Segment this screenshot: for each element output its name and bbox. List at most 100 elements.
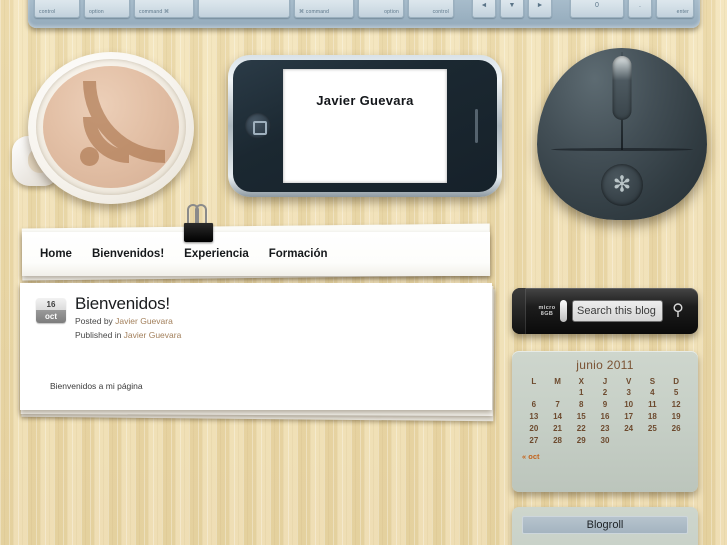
key-option-right[interactable]: alt option: [358, 0, 404, 18]
iphone-screen: Javier Guevara: [283, 69, 447, 183]
key-numpad-period[interactable]: .: [628, 0, 652, 18]
post-date-day: 16: [36, 298, 66, 310]
calendar-day[interactable]: 25: [641, 422, 665, 434]
calendar-day[interactable]: 12: [664, 399, 688, 411]
calendar-day[interactable]: 1: [569, 387, 593, 399]
key-command-right[interactable]: ⌘ command: [294, 0, 354, 18]
search-icon[interactable]: ⚲: [666, 297, 690, 325]
cup-body: [28, 52, 194, 204]
cup-rim: [36, 59, 186, 195]
calendar-day[interactable]: 5: [664, 387, 688, 399]
calendar-weekday: V: [625, 377, 632, 386]
key-arrow-right[interactable]: ►: [528, 0, 552, 18]
arrow-down-icon: ▼: [508, 1, 516, 9]
calendar-day[interactable]: 18: [641, 411, 665, 423]
key-numpad-zero[interactable]: 0: [570, 0, 624, 18]
calendar-day[interactable]: 20: [522, 422, 546, 434]
nav-item-experiencia[interactable]: Experiencia: [184, 248, 249, 260]
usb-capacity-label: micro 8GB: [538, 304, 556, 317]
calendar-day[interactable]: 3: [617, 387, 641, 399]
post-meta-posted-by: Posted by Javier Guevara: [75, 315, 181, 327]
usb-led-icon: [560, 300, 567, 322]
coffee-surface: [43, 66, 179, 188]
mouse-seam: [550, 148, 694, 151]
calendar-day: [522, 387, 546, 399]
binder-clip-wire-right: [195, 204, 207, 225]
post-title[interactable]: Bienvenidos!: [75, 295, 181, 313]
key-spacebar[interactable]: [198, 0, 290, 18]
iphone-device: Javier Guevara: [228, 55, 502, 197]
calendar-day[interactable]: 9: [593, 399, 617, 411]
calendar-day: [664, 434, 688, 446]
mouse-logo-icon: [601, 164, 643, 206]
calendar-day[interactable]: 13: [522, 411, 546, 423]
post-heading-block: Bienvenidos! Posted by Javier Guevara Pu…: [75, 295, 181, 341]
calendar-day[interactable]: 4: [641, 387, 665, 399]
calendar-week-row: 1 2 3 4 5: [522, 387, 688, 399]
keyboard: control alt option command ⌘ ⌘ command a…: [28, 0, 700, 28]
key-control-left[interactable]: control: [34, 0, 80, 18]
calendar-day[interactable]: 22: [569, 422, 593, 434]
calendar-widget: junio 2011 L M X J V S D 1 2 3 4 5 6 7 8…: [512, 351, 698, 492]
key-control-right[interactable]: control: [408, 0, 454, 18]
site-title: Javier Guevara: [316, 93, 414, 108]
arrow-right-icon: ►: [536, 1, 544, 9]
blogroll-widget: Blogroll: [512, 507, 698, 545]
key-option-left[interactable]: alt option: [84, 0, 130, 18]
speaker-slot-icon: [475, 109, 478, 143]
key-arrow-down[interactable]: ▼: [500, 0, 524, 18]
search-input[interactable]: [572, 300, 663, 322]
post-card: 16 oct Bienvenidos! Posted by Javier Gue…: [20, 283, 495, 423]
calendar-day[interactable]: 28: [546, 434, 570, 446]
calendar-day[interactable]: 19: [664, 411, 688, 423]
post-category-link[interactable]: Javier Guevara: [124, 330, 182, 340]
calendar-day[interactable]: 11: [641, 399, 665, 411]
calendar-day: [617, 434, 641, 446]
calendar-day[interactable]: 10: [617, 399, 641, 411]
nav-item-formacion[interactable]: Formación: [269, 248, 328, 260]
calendar-day[interactable]: 16: [593, 411, 617, 423]
calendar-day[interactable]: 7: [546, 399, 570, 411]
post-author-link[interactable]: Javier Guevara: [115, 316, 173, 326]
home-button-icon[interactable]: [245, 113, 271, 139]
key-label: control: [39, 9, 56, 15]
nav-item-home[interactable]: Home: [40, 248, 72, 260]
calendar-weekday: D: [673, 377, 679, 386]
calendar-weekday: L: [531, 377, 537, 386]
key-enter[interactable]: enter: [656, 0, 694, 18]
key-label: option: [384, 9, 399, 15]
mouse-scroll-wheel[interactable]: [612, 56, 632, 120]
computer-mouse: [537, 48, 707, 220]
calendar-day: [641, 434, 665, 446]
post-paper: 16 oct Bienvenidos! Posted by Javier Gue…: [20, 283, 492, 410]
calendar-weekday-row: L M X J V S D: [522, 376, 688, 387]
key-arrow-left[interactable]: ◄: [472, 0, 496, 18]
key-label: ⌘ command: [299, 9, 330, 15]
calendar-day[interactable]: 24: [617, 422, 641, 434]
calendar-day[interactable]: 14: [546, 411, 570, 423]
calendar-day[interactable]: 26: [664, 422, 688, 434]
calendar-day[interactable]: 17: [617, 411, 641, 423]
calendar-day[interactable]: 23: [593, 422, 617, 434]
calendar-prev-month-link[interactable]: « oct: [522, 452, 688, 461]
calendar-weekday: M: [554, 377, 561, 386]
binder-clip-body: [184, 223, 213, 242]
calendar-day[interactable]: 29: [569, 434, 593, 446]
key-center-label: .: [639, 1, 641, 9]
key-command-left[interactable]: command ⌘: [134, 0, 194, 18]
post-date-month: oct: [36, 310, 66, 323]
calendar-day[interactable]: 8: [569, 399, 593, 411]
key-center-label: 0: [595, 1, 599, 9]
calendar-day[interactable]: 27: [522, 434, 546, 446]
calendar-day[interactable]: 15: [569, 411, 593, 423]
calendar-week-row: 20 21 22 23 24 25 26: [522, 422, 688, 434]
nav-item-bienvenidos[interactable]: Bienvenidos!: [92, 248, 164, 260]
calendar-table: L M X J V S D 1 2 3 4 5 6 7 8 9 10 11 12…: [522, 376, 688, 446]
iphone-bezel: Javier Guevara: [233, 60, 497, 192]
calendar-day[interactable]: 21: [546, 422, 570, 434]
calendar-day[interactable]: 30: [593, 434, 617, 446]
calendar-day[interactable]: 6: [522, 399, 546, 411]
key-top-label: alt: [359, 0, 403, 2]
calendar-day[interactable]: 2: [593, 387, 617, 399]
post-meta-published-in: Published in Javier Guevara: [75, 329, 181, 341]
